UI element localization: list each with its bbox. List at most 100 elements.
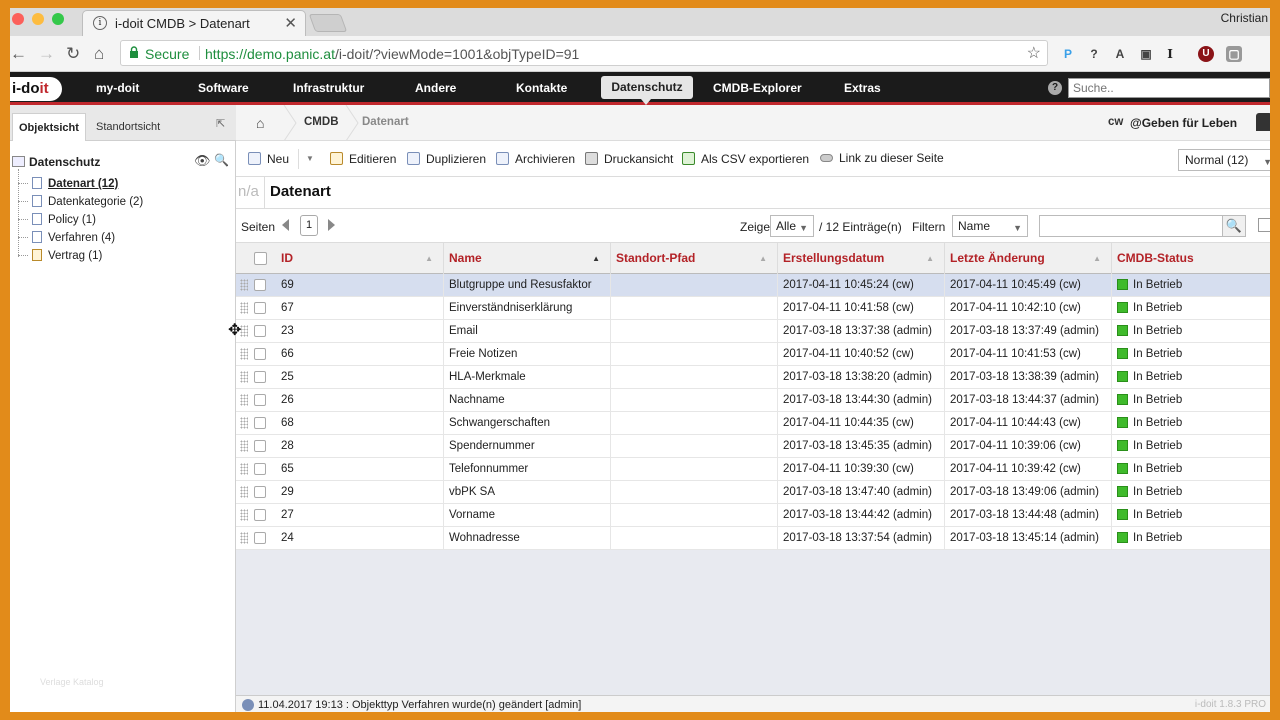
menu-item-datenschutz[interactable]: Datenschutz [601,76,693,105]
extension-p-icon[interactable]: P [1060,46,1076,62]
tab-standortsicht[interactable]: Standortsicht [90,113,166,141]
bookmark-star-icon[interactable]: ☆ [1027,43,1041,63]
table-row[interactable]: 23 Email 2017-03-18 13:37:38 (admin) 2017-0… [236,320,1270,343]
new-dropdown-chevron-icon[interactable]: ▼ [306,154,314,163]
menu-item-andere[interactable]: Andere [415,81,456,95]
menu-item-extras[interactable]: Extras [844,81,881,95]
menu-item-cmdb-explorer[interactable]: CMDB-Explorer [713,81,802,95]
tree-item-datenkategorie[interactable]: Datenkategorie (2) [18,193,143,211]
popout-icon[interactable]: ⇱ [216,117,225,130]
filter-search-icon[interactable]: 🔍 [1222,215,1246,237]
column-header-erstellungsdatum[interactable]: Erstellungsdatum ▲ [778,243,945,274]
breadcrumb-item-cmdb[interactable]: CMDB [304,116,339,128]
tree-item-verfahren[interactable]: Verfahren (4) [18,229,115,247]
table-row[interactable]: 66 Freie Notizen 2017-04-11 10:40:52 (cw) 2… [236,343,1270,366]
menu-item-my-doit[interactable]: my-doit [96,81,139,95]
column-header-cmdb-status[interactable]: CMDB-Status [1112,243,1270,274]
drag-handle-icon[interactable] [240,463,248,475]
eye-icon[interactable]: 👁 [194,153,211,169]
column-header-id[interactable]: ID ▲ [276,243,444,274]
search-icon[interactable]: 🔍 [214,153,229,167]
row-checkbox[interactable] [254,348,266,360]
drag-handle-icon[interactable] [240,509,248,521]
next-page-icon[interactable] [328,219,335,231]
drag-handle-icon[interactable] [240,440,248,452]
global-search-input[interactable] [1068,78,1270,98]
extension-box-icon[interactable]: ▢ [1226,46,1242,62]
browser-tab-active[interactable]: i i-doit CMDB > Datenart ✕ [82,10,306,36]
rows-per-page-select[interactable]: Alle ▼ [770,215,814,237]
archive-button[interactable]: Archivieren [496,152,575,166]
column-header-standort-pfad[interactable]: Standort-Pfad ▲ [611,243,778,274]
back-arrow-icon[interactable]: ← [10,44,27,64]
row-checkbox[interactable] [254,279,266,291]
menu-item-infrastruktur[interactable]: Infrastruktur [293,81,364,95]
drag-handle-icon[interactable] [240,371,248,383]
filter-field-select[interactable]: Name ▼ [952,215,1028,237]
user-avatar[interactable] [1256,113,1270,131]
current-page-input[interactable]: 1 [300,215,318,236]
tree-item-policy[interactable]: Policy (1) [18,211,96,229]
filter-input[interactable] [1039,215,1223,237]
menu-item-software[interactable]: Software [198,81,249,95]
table-row[interactable]: 68 Schwangerschaften 2017-04-11 10:44:35 (… [236,412,1270,435]
table-row[interactable]: 25 HLA-Merkmale 2017-03-18 13:38:20 (admin… [236,366,1270,389]
drag-handle-icon[interactable] [240,486,248,498]
maximize-window-icon[interactable] [52,13,64,25]
reload-icon[interactable]: ↻ [66,44,80,64]
extension-hand-icon[interactable]: ? [1086,46,1102,62]
new-tab-button[interactable] [308,14,348,32]
row-checkbox[interactable] [254,417,266,429]
column-config-icon[interactable] [1258,218,1270,232]
duplicate-button[interactable]: Duplizieren [407,152,486,166]
table-row[interactable]: 65 Telefonnummer 2017-04-11 10:39:30 (cw) 2… [236,458,1270,481]
row-checkbox[interactable] [254,486,266,498]
table-row[interactable]: 69 Blutgruppe und Resusfaktor 2017-04-11 1… [236,274,1270,297]
row-checkbox[interactable] [254,325,266,337]
table-row[interactable]: 24 Wohnadresse 2017-03-18 13:37:54 (admin)… [236,527,1270,550]
row-checkbox[interactable] [254,440,266,452]
close-window-icon[interactable] [12,13,24,25]
extension-i-icon[interactable]: I [1162,46,1178,62]
page-link-button[interactable]: Link zu dieser Seite [820,151,944,165]
row-checkbox[interactable] [254,394,266,406]
address-bar[interactable]: Secure https://demo.panic.at/i-doit/?vie… [120,40,1048,66]
row-checkbox[interactable] [254,463,266,475]
table-row[interactable]: 27 Vorname 2017-03-18 13:44:42 (admin) 2017… [236,504,1270,527]
forward-arrow-icon[interactable]: → [38,44,55,64]
tenant-name[interactable]: @Geben für Leben [1130,116,1237,130]
drag-handle-icon[interactable] [240,532,248,544]
menu-item-kontakte[interactable]: Kontakte [516,81,567,95]
tree-item-vertrag[interactable]: Vertrag (1) [18,247,102,265]
column-header-name[interactable]: Name ▲ [444,243,611,274]
extension-grid-icon[interactable]: ▣ [1138,46,1154,62]
table-row[interactable]: 29 vbPK SA 2017-03-18 13:47:40 (admin) 2017… [236,481,1270,504]
help-icon[interactable]: ? [1048,81,1062,95]
idoit-logo[interactable]: i-doit [10,77,62,101]
select-all-checkbox[interactable] [254,252,267,265]
home-icon[interactable]: ⌂ [94,44,104,64]
table-row[interactable]: 26 Nachname 2017-03-18 13:44:30 (admin) 201… [236,389,1270,412]
previous-page-icon[interactable] [282,219,289,231]
close-tab-icon[interactable]: ✕ [284,14,297,32]
drag-handle-icon[interactable] [240,348,248,360]
browser-profile-name[interactable]: Christian [1221,11,1268,25]
tab-objektsicht[interactable]: Objektsicht [12,113,86,141]
print-view-button[interactable]: Druckansicht [585,152,673,166]
extension-ublock-icon[interactable]: U [1198,46,1214,62]
drag-handle-icon[interactable] [240,394,248,406]
csv-export-button[interactable]: Als CSV exportieren [682,152,809,166]
url-text[interactable]: https://demo.panic.at/i-doit/?viewMode=1… [205,46,579,62]
row-checkbox[interactable] [254,509,266,521]
minimize-window-icon[interactable] [32,13,44,25]
edit-button[interactable]: Editieren [330,152,396,166]
home-icon[interactable]: ⌂ [256,115,264,131]
row-checkbox[interactable] [254,302,266,314]
extension-translate-icon[interactable]: A [1112,46,1128,62]
column-header-letzte-aenderung[interactable]: Letzte Änderung ▲ [945,243,1112,274]
table-row[interactable]: 67 Einverständniserklärung 2017-04-11 10:4… [236,297,1270,320]
view-mode-select[interactable]: Normal (12) ▼ [1178,149,1270,171]
tree-root-datenschutz[interactable]: Datenschutz [12,155,100,169]
row-checkbox[interactable] [254,532,266,544]
tree-item-datenart[interactable]: Datenart (12) [18,175,118,193]
